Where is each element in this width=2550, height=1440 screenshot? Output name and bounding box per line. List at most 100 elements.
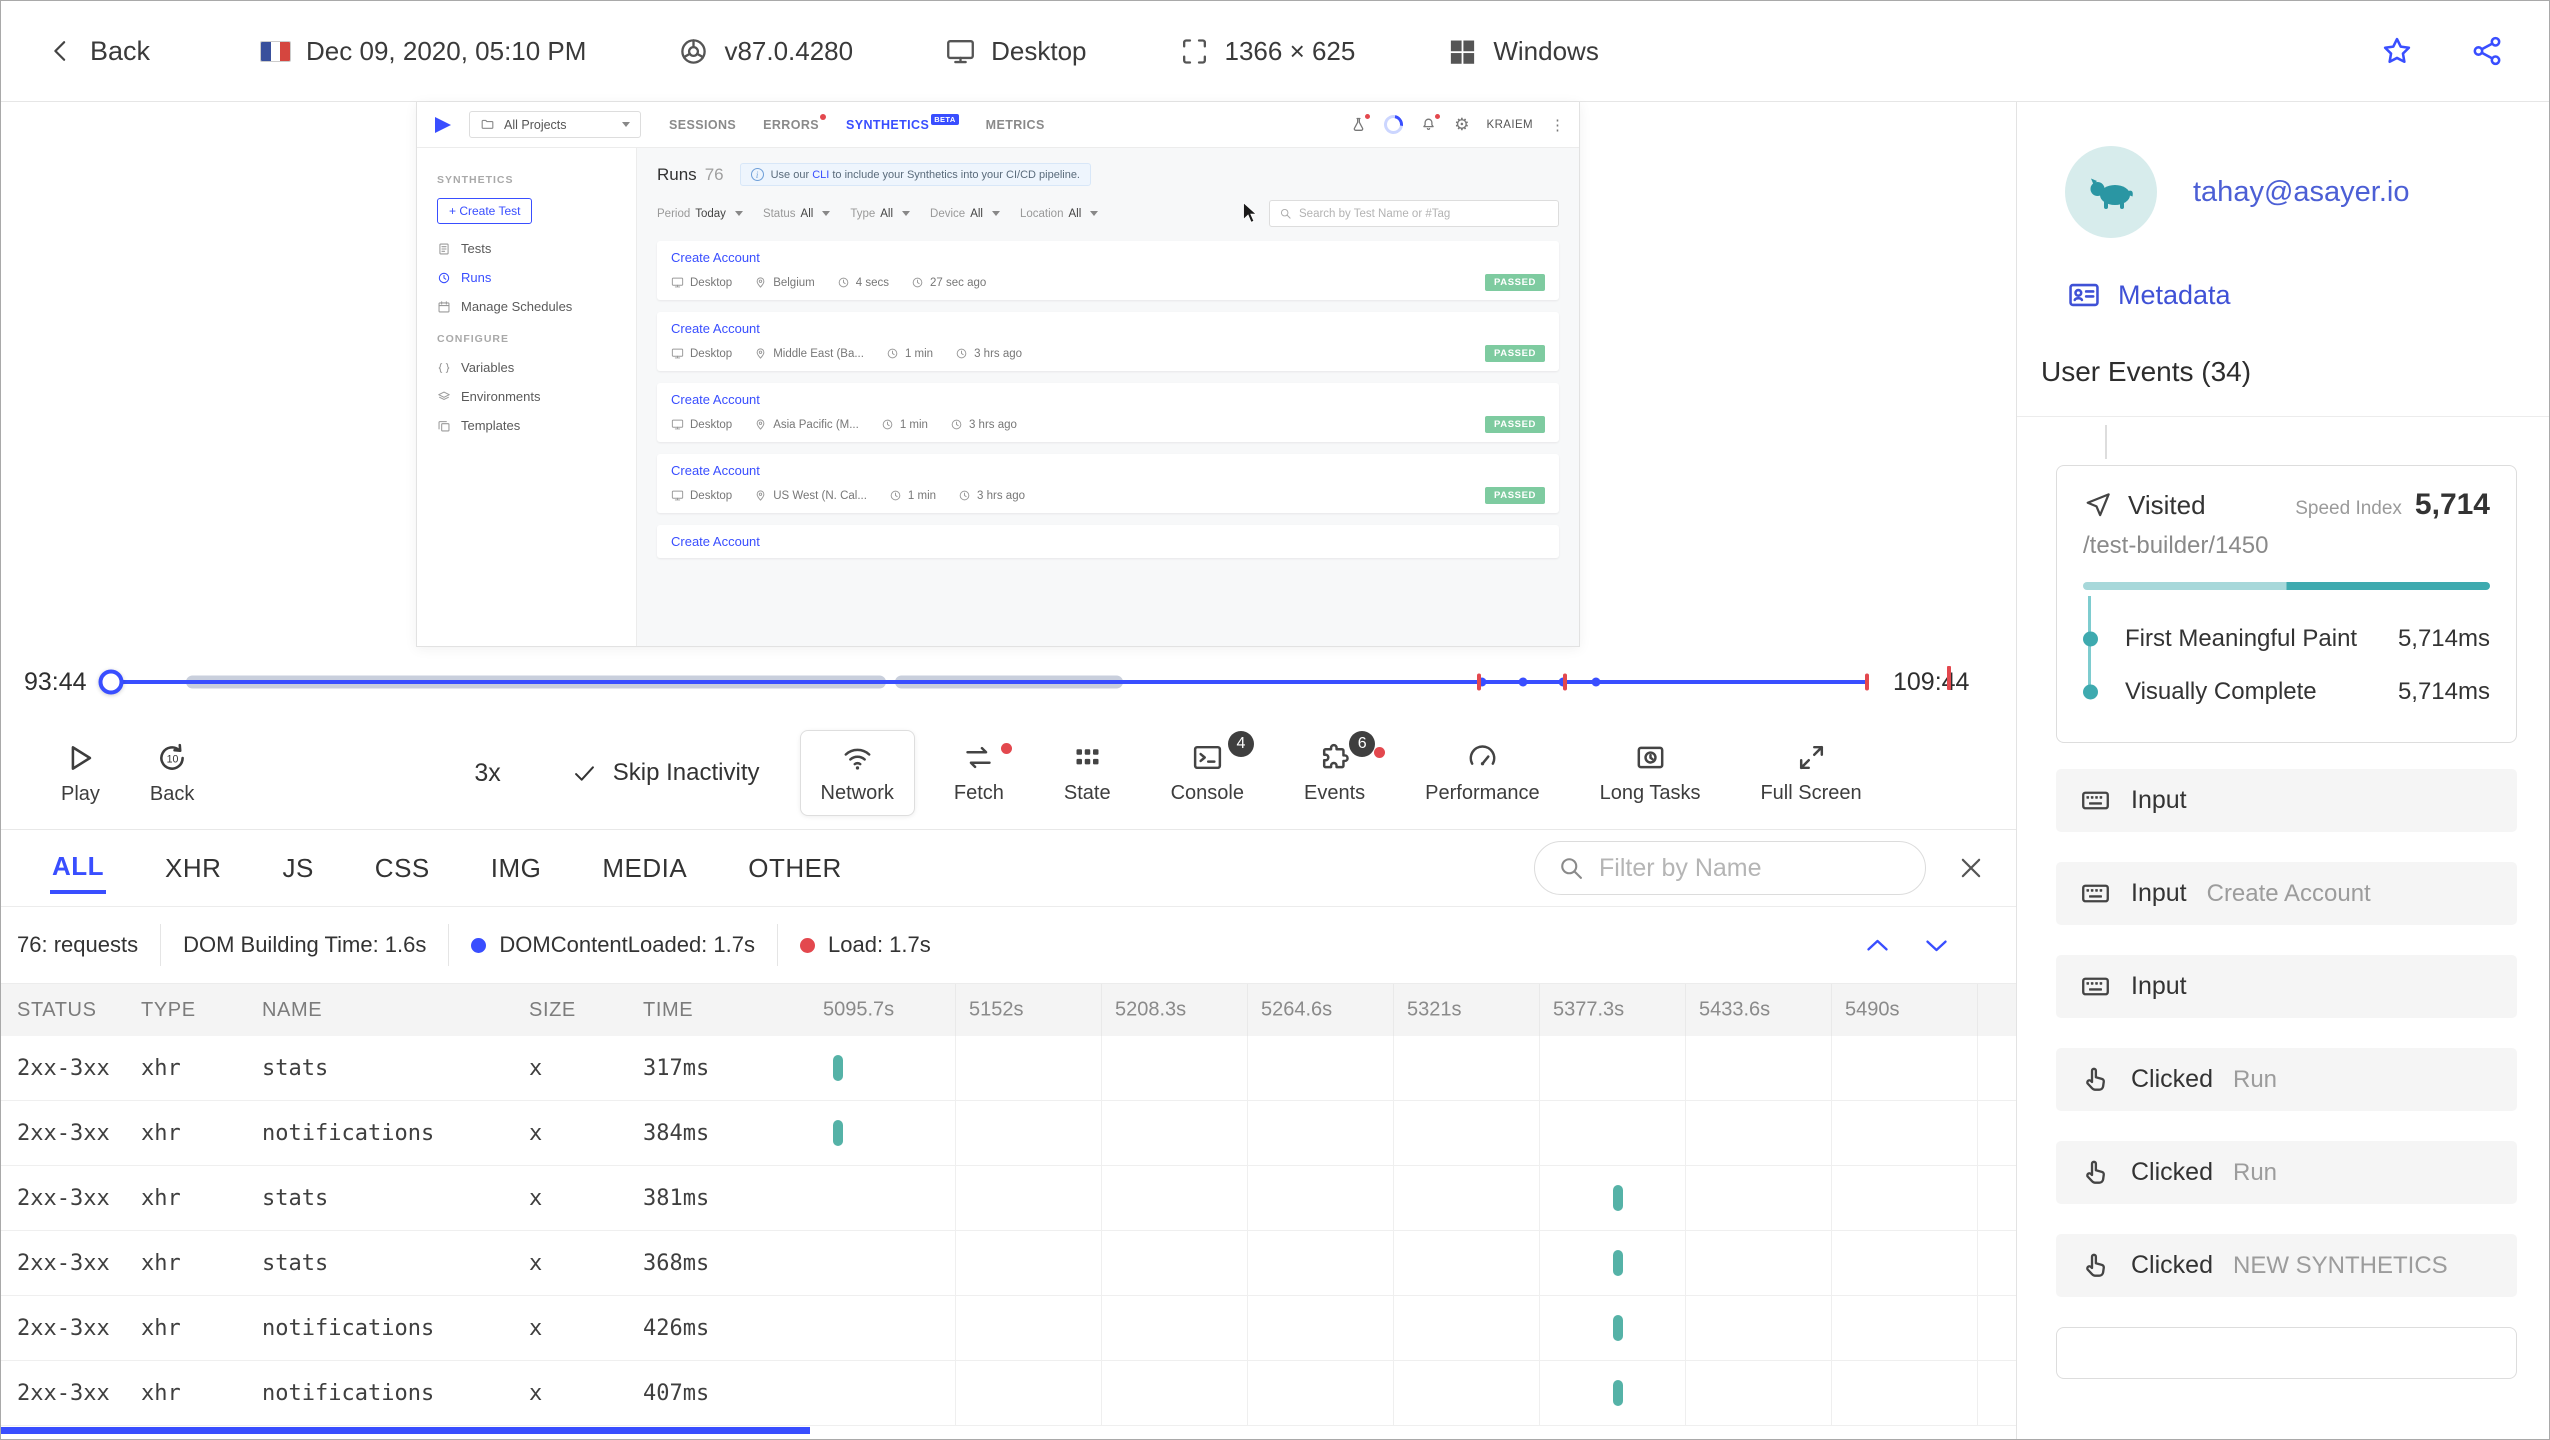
replay-viewport[interactable]: All Projects SESSIONS ERRORS SYNTHETICS B…: [416, 102, 1580, 647]
full-screen-button[interactable]: Full Screen: [1739, 730, 1882, 816]
user-email: tahay@asayer.io: [2193, 175, 2410, 208]
network-filter-input[interactable]: [1599, 853, 1903, 883]
keyboard-icon: [2080, 785, 2111, 816]
performance-panel-button[interactable]: Performance: [1404, 730, 1561, 816]
user-event-item[interactable]: Input: [2056, 769, 2517, 832]
kebab-menu-icon: ⋮: [1550, 116, 1565, 134]
screen-resolution: 1366 × 625: [1179, 36, 1355, 67]
long-tasks-panel-button[interactable]: Long Tasks: [1579, 730, 1722, 816]
timeline-event-dot[interactable]: [1518, 677, 1528, 687]
folder-icon: [481, 119, 494, 129]
share-icon[interactable]: [2470, 34, 2504, 68]
request-name: stats: [262, 1185, 329, 1211]
user-event-item[interactable]: Input: [2056, 955, 2517, 1018]
run-row: Create Account Desktop Asia Pacific (M..…: [657, 383, 1559, 442]
request-waterfall: [810, 1361, 2016, 1425]
run-name-link: Create Account: [671, 321, 760, 336]
user-event-item[interactable]: Clicked Run: [2056, 1141, 2517, 1204]
timeline-track[interactable]: [98, 668, 1870, 696]
runs-search-input: [1299, 207, 1549, 220]
tab-synthetics: SYNTHETICS BETA: [846, 113, 959, 132]
request-size: x: [529, 1185, 543, 1211]
request-time: 384ms: [643, 1120, 710, 1146]
announcements-icon: [1350, 113, 1372, 133]
clock-icon: [912, 277, 923, 288]
network-request-row[interactable]: 2xx-3xx xhr stats x 368ms: [1, 1231, 2016, 1296]
check-icon: [574, 765, 594, 781]
network-filter-box[interactable]: [1534, 841, 1926, 895]
timeline-error-marker[interactable]: [1865, 673, 1870, 691]
state-panel-button[interactable]: State: [1043, 730, 1132, 816]
event-detail: Run: [2232, 1158, 2278, 1186]
session-datetime: Dec 09, 2020, 05:10 PM: [260, 36, 586, 67]
network-request-row[interactable]: 2xx-3xx xhr notifications x 407ms: [1, 1361, 2016, 1426]
request-time: 407ms: [643, 1380, 710, 1406]
recorded-cursor-icon: [1243, 201, 1258, 223]
sidebar-item-templates: Templates: [417, 411, 636, 440]
create-test-button: + Create Test: [437, 198, 533, 224]
clock-icon: [438, 272, 450, 283]
runs-count: 76: [704, 164, 724, 184]
run-duration: 1 min: [881, 418, 928, 431]
events-panel-button[interactable]: Events 6: [1283, 730, 1386, 816]
run-row: Create Account Desktop US West (N. Cal..…: [657, 454, 1559, 513]
recorded-project-selector: All Projects: [469, 111, 641, 138]
runs-filter-dropdown: Device All: [930, 208, 1000, 220]
chevron-up-icon[interactable]: [1862, 930, 1893, 961]
monitor-icon: [671, 348, 684, 359]
main-content: All Projects SESSIONS ERRORS SYNTHETICS B…: [1, 102, 2549, 1439]
close-panel-button[interactable]: [1956, 853, 1986, 883]
network-table: STATUS TYPE NAME SIZE TIME 5095.7s 5152s 5…: [1, 984, 2016, 1439]
calendar-icon: [438, 300, 450, 312]
metric-value: 5,714ms: [2397, 677, 2490, 705]
back-button[interactable]: Back: [46, 36, 150, 67]
timeline-error-marker[interactable]: [1476, 673, 1481, 691]
favorite-star-icon[interactable]: [2380, 34, 2414, 68]
back-10s-button[interactable]: 10 Back: [150, 741, 194, 806]
timeline-error-marker[interactable]: [1562, 673, 1567, 691]
network-panel-button[interactable]: Network: [799, 730, 915, 816]
timeline-playhead[interactable]: [98, 669, 124, 695]
user-events-list-container: Input Input Create Account Input Clicked…: [2017, 743, 2549, 1439]
console-panel-button[interactable]: Console 4: [1150, 730, 1265, 816]
play-button[interactable]: Play: [61, 741, 100, 806]
metadata-button[interactable]: Metadata: [2017, 238, 2549, 312]
run-device: Desktop: [671, 347, 732, 360]
visited-event-card[interactable]: Visited Speed Index 5,714 /test-builder/…: [2056, 465, 2517, 743]
user-event-item[interactable]: Input Create Account: [2056, 862, 2517, 925]
event-label: Clicked: [2131, 1158, 2213, 1186]
network-tab-js[interactable]: JS: [280, 845, 315, 892]
horizontal-scrollbar[interactable]: [1, 1427, 810, 1434]
request-timing-tick: [1613, 1250, 1623, 1276]
network-request-row[interactable]: 2xx-3xx xhr notifications x 384ms: [1, 1101, 2016, 1166]
chevron-down-icon[interactable]: [1921, 930, 1952, 961]
speed-toggle[interactable]: 3x: [474, 759, 500, 788]
run-device: Desktop: [671, 489, 732, 502]
request-status: 2xx-3xx: [17, 1380, 110, 1406]
clock-icon: [951, 419, 962, 430]
sidebar-item-environments: Environments: [417, 382, 636, 411]
network-summary-row: 76: requests DOM Building Time: 1.6s DOM…: [1, 906, 2016, 984]
navigation-arrow-icon: [2086, 493, 2110, 517]
network-tab-img[interactable]: IMG: [489, 845, 544, 892]
network-tab-other[interactable]: OTHER: [746, 845, 844, 892]
timeline-event-dot[interactable]: [1591, 677, 1601, 687]
run-duration: 4 secs: [837, 276, 889, 289]
network-request-row[interactable]: 2xx-3xx xhr notifications x 426ms: [1, 1296, 2016, 1361]
console-label: Console: [1170, 782, 1244, 804]
page-load-progress-bar: [2083, 582, 2490, 590]
document-icon: [439, 243, 449, 254]
user-event-item[interactable]: Clicked NEW SYNTHETICS: [2056, 1234, 2517, 1297]
map-pin-icon: [756, 348, 765, 359]
network-request-row[interactable]: 2xx-3xx xhr stats x 381ms: [1, 1166, 2016, 1231]
network-tab-media[interactable]: MEDIA: [600, 845, 689, 892]
network-request-row[interactable]: 2xx-3xx xhr stats x 317ms: [1, 1036, 2016, 1101]
skip-inactivity-toggle[interactable]: Skip Inactivity: [571, 759, 760, 787]
network-tab-xhr[interactable]: XHR: [163, 845, 223, 892]
jump-navigation: [1862, 930, 1952, 961]
fetch-panel-button[interactable]: Fetch: [933, 730, 1025, 816]
network-tab-css[interactable]: CSS: [373, 845, 432, 892]
network-tab-all[interactable]: ALL: [50, 843, 107, 894]
user-event-item[interactable]: Clicked Run: [2056, 1048, 2517, 1111]
filter-label: Period: [657, 207, 691, 220]
